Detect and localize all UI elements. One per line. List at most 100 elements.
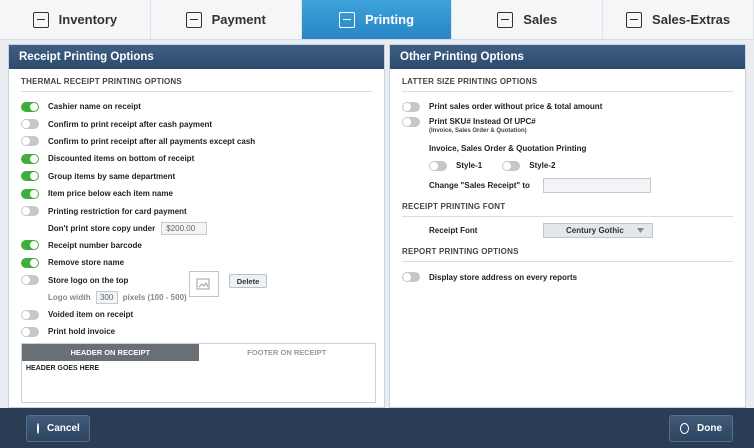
tab-sales[interactable]: Sales <box>452 0 604 39</box>
option-sales-order-no-price[interactable]: Print sales order without price & total … <box>390 98 745 115</box>
tab-header-on-receipt[interactable]: HEADER ON RECEIPT <box>22 344 199 361</box>
toggle-switch[interactable] <box>21 240 39 251</box>
option-confirm-all-payments[interactable]: Confirm to print receipt after all payme… <box>9 133 384 150</box>
option-label: Store logo on the top <box>48 275 129 285</box>
option-printing-restriction[interactable]: Printing restriction for card payment <box>9 202 384 219</box>
option-receipt-barcode[interactable]: Receipt number barcode <box>9 237 384 254</box>
section-title: RECEIPT PRINTING FONT <box>402 202 733 218</box>
option-print-sku[interactable]: Print SKU# Instead Of UPC# <box>390 115 745 128</box>
option-label: Discounted items on bottom of receipt <box>48 154 195 164</box>
tab-payment[interactable]: Payment <box>151 0 302 39</box>
option-label: Print sales order without price & total … <box>429 102 603 112</box>
tab-printing-label: Printing <box>364 12 415 27</box>
store-copy-label: Don't print store copy under <box>48 223 156 233</box>
dropdown-arrow-icon <box>637 227 644 233</box>
option-label: Cashier name on receipt <box>48 102 141 112</box>
toggle-switch[interactable] <box>402 116 420 127</box>
change-receipt-label: Change "Sales Receipt" to <box>429 180 530 190</box>
toggle-switch[interactable] <box>21 136 39 147</box>
toggle-switch[interactable] <box>402 101 420 112</box>
done-button[interactable]: Done <box>669 415 733 442</box>
tab-sales-extras[interactable]: Sales-Extras <box>603 0 754 39</box>
toggle-switch[interactable] <box>402 272 420 283</box>
logo-width-label: Logo width <box>48 292 91 302</box>
logo-upload-box[interactable] <box>189 271 219 297</box>
style-toggle-row: Style-1 Style-2 <box>390 157 745 174</box>
back-icon <box>37 423 39 434</box>
option-label: Remove store name <box>48 258 125 268</box>
sku-note: (Invoice, Sales Order & Quotation) <box>429 128 527 135</box>
option-label: Print SKU# Instead Of UPC# <box>429 117 536 127</box>
option-print-hold-invoice[interactable]: Print hold invoice <box>9 323 384 340</box>
toggle-switch[interactable] <box>21 101 39 112</box>
tab-inventory-label: Inventory <box>58 12 118 27</box>
toggle-switch[interactable] <box>21 309 39 320</box>
style-label: Invoice, Sales Order & Quotation Printin… <box>390 140 745 157</box>
option-item-price-below[interactable]: Item price below each item name <box>9 185 384 202</box>
tab-inventory[interactable]: Inventory <box>0 0 151 39</box>
image-upload-icon <box>196 278 210 290</box>
option-confirm-cash[interactable]: Confirm to print receipt after cash paym… <box>9 115 384 132</box>
top-tab-bar: Inventory Payment Printing Sales Sales-E… <box>0 0 754 40</box>
printing-icon <box>338 11 355 28</box>
tab-footer-on-receipt[interactable]: FOOTER ON RECEIPT <box>198 344 375 361</box>
toggle-switch[interactable] <box>21 153 39 164</box>
tab-sales-extras-label: Sales-Extras <box>652 12 731 27</box>
toggle-switch[interactable] <box>21 206 39 217</box>
option-voided-item[interactable]: Voided item on receipt <box>9 306 384 323</box>
sales-extras-icon <box>626 11 643 28</box>
toggle-switch[interactable] <box>21 275 39 286</box>
section-title: REPORT PRINTING OPTIONS <box>402 247 733 263</box>
style-1-label: Style-1 <box>456 161 483 171</box>
receipt-font-select[interactable]: Century Gothic <box>543 222 653 238</box>
option-group-items[interactable]: Group items by same department <box>9 168 384 185</box>
option-label: Printing restriction for card payment <box>48 206 187 216</box>
panel-title: Receipt Printing Options <box>9 45 384 69</box>
receipt-font-label: Receipt Font <box>429 225 478 235</box>
option-discounted-items[interactable]: Discounted items on bottom of receipt <box>9 150 384 167</box>
panel-title: Other Printing Options <box>390 45 745 69</box>
store-copy-amount-input[interactable]: $200.00 <box>161 221 208 235</box>
option-label: Display store address on every reports <box>429 272 578 282</box>
cancel-button[interactable]: Cancel <box>26 415 90 442</box>
option-label: Confirm to print receipt after all payme… <box>48 136 256 146</box>
check-icon <box>680 423 689 434</box>
change-receipt-name-row: Change "Sales Receipt" to <box>390 174 745 196</box>
toggle-switch[interactable] <box>21 119 39 130</box>
sales-icon <box>497 11 514 28</box>
receipt-font-row: Receipt Font Century Gothic <box>390 217 745 243</box>
style-1-toggle[interactable] <box>429 160 447 171</box>
receipt-header-footer-editor: HEADER ON RECEIPT FOOTER ON RECEIPT HEAD… <box>21 343 376 403</box>
option-cashier-name[interactable]: Cashier name on receipt <box>9 98 384 115</box>
payment-icon <box>185 11 202 28</box>
delete-logo-button[interactable]: Delete <box>229 274 267 288</box>
option-label: Confirm to print receipt after cash paym… <box>48 119 213 129</box>
toggle-switch[interactable] <box>21 326 39 337</box>
receipt-printing-options-panel: Receipt Printing Options THERMAL RECEIPT… <box>8 44 385 408</box>
option-label: Print hold invoice <box>48 327 116 337</box>
change-receipt-input[interactable] <box>543 177 651 193</box>
tab-printing[interactable]: Printing <box>301 0 453 39</box>
other-printing-options-panel: Other Printing Options LATTER SIZE PRINT… <box>389 44 746 408</box>
section-title: LATTER SIZE PRINTING OPTIONS <box>402 77 733 92</box>
option-store-address-reports[interactable]: Display store address on every reports <box>390 268 745 285</box>
toggle-switch[interactable] <box>21 188 39 199</box>
header-text-area[interactable]: HEADER GOES HERE <box>22 361 375 376</box>
option-remove-store-name[interactable]: Remove store name <box>9 254 384 271</box>
receipt-font-value: Century Gothic <box>566 225 624 235</box>
logo-width-input[interactable]: 300 <box>95 290 118 304</box>
toggle-switch[interactable] <box>21 257 39 268</box>
style-2-toggle[interactable] <box>502 160 521 171</box>
tab-sales-label: Sales <box>523 12 558 27</box>
toggle-switch[interactable] <box>21 171 39 182</box>
section-title: THERMAL RECEIPT PRINTING OPTIONS <box>21 77 372 92</box>
option-label: Group items by same department <box>48 171 176 181</box>
logo-width-suffix: pixels (100 - 500) <box>122 292 187 302</box>
style-label-text: Invoice, Sales Order & Quotation Printin… <box>429 144 587 154</box>
option-label: Item price below each item name <box>48 189 173 199</box>
cancel-label: Cancel <box>47 423 80 434</box>
bottom-action-bar: Cancel Done <box>0 408 754 448</box>
store-copy-row: Don't print store copy under $200.00 <box>9 220 384 237</box>
inventory-icon <box>32 11 49 28</box>
done-label: Done <box>697 423 722 434</box>
